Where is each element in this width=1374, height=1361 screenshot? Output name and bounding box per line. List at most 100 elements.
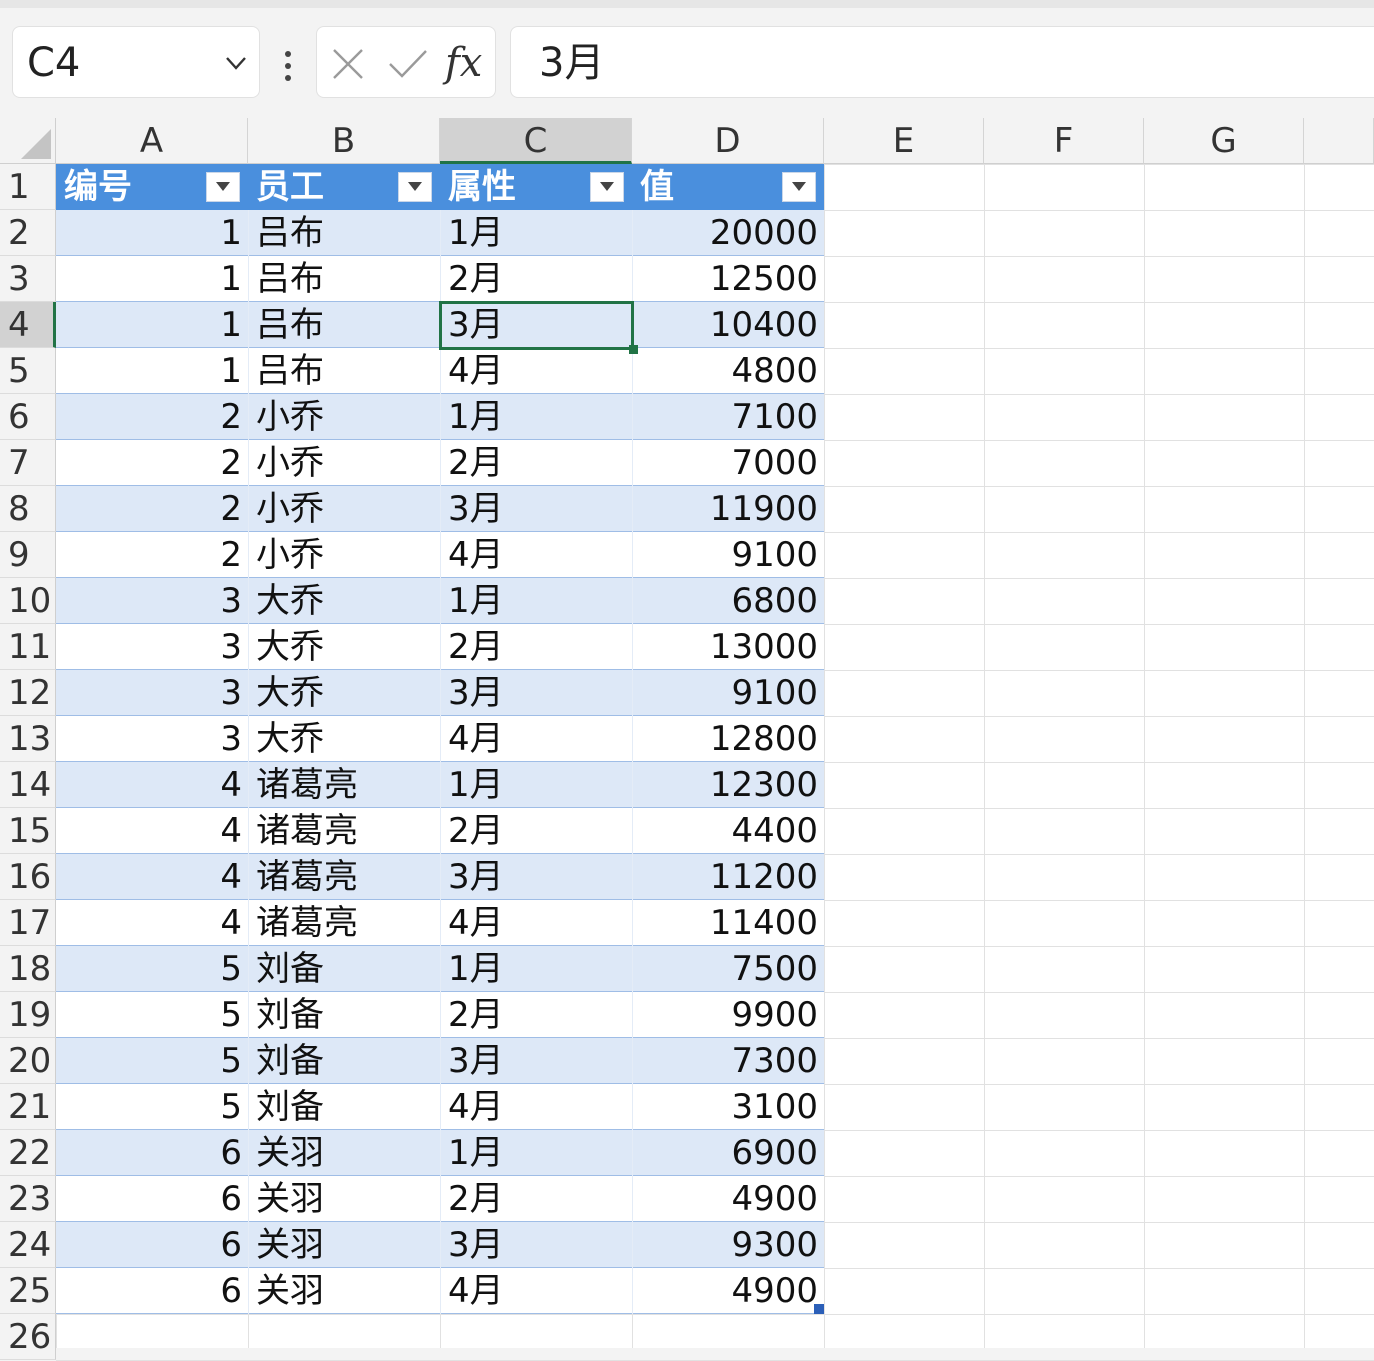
row-header[interactable]: 15 — [0, 808, 56, 854]
table-cell[interactable]: 2 — [56, 394, 248, 440]
table-cell[interactable]: 2月 — [440, 992, 632, 1038]
row-header[interactable]: 17 — [0, 900, 56, 946]
table-cell[interactable]: 4月 — [440, 532, 632, 578]
column-header-f[interactable]: F — [984, 118, 1144, 164]
filter-dropdown-icon[interactable] — [590, 172, 624, 202]
table-cell[interactable]: 刘备 — [248, 992, 440, 1038]
filter-dropdown-icon[interactable] — [782, 172, 816, 202]
table-cell[interactable]: 吕布 — [248, 210, 440, 256]
table-header-cell[interactable]: 属性 — [440, 164, 632, 210]
table-cell[interactable]: 7500 — [632, 946, 824, 992]
table-header-cell[interactable]: 员工 — [248, 164, 440, 210]
table-cell[interactable]: 9100 — [632, 532, 824, 578]
table-cell[interactable]: 2月 — [440, 808, 632, 854]
table-cell[interactable]: 1 — [56, 256, 248, 302]
table-cell[interactable]: 刘备 — [248, 1084, 440, 1130]
row-header[interactable]: 1 — [0, 164, 56, 210]
table-cell[interactable]: 小乔 — [248, 394, 440, 440]
table-cell[interactable]: 1月 — [440, 762, 632, 808]
table-cell[interactable]: 4900 — [632, 1176, 824, 1222]
table-header-cell[interactable]: 编号 — [56, 164, 248, 210]
row-header[interactable]: 6 — [0, 394, 56, 440]
row-header[interactable]: 26 — [0, 1314, 56, 1360]
table-cell[interactable]: 6 — [56, 1268, 248, 1314]
table-cell[interactable]: 3月 — [440, 854, 632, 900]
chevron-down-icon[interactable] — [225, 55, 247, 71]
table-cell[interactable]: 11900 — [632, 486, 824, 532]
table-cell[interactable]: 3月 — [440, 486, 632, 532]
table-cell[interactable]: 9300 — [632, 1222, 824, 1268]
row-header[interactable]: 19 — [0, 992, 56, 1038]
name-box[interactable]: C4 — [12, 26, 260, 98]
table-cell[interactable]: 小乔 — [248, 440, 440, 486]
table-cell[interactable]: 2月 — [440, 1176, 632, 1222]
table-cell[interactable]: 4月 — [440, 348, 632, 394]
table-cell[interactable]: 4800 — [632, 348, 824, 394]
table-resize-handle[interactable] — [814, 1304, 824, 1314]
table-header-cell[interactable]: 值 — [632, 164, 824, 210]
table-cell[interactable]: 2月 — [440, 440, 632, 486]
fill-handle[interactable] — [629, 345, 638, 354]
table-cell[interactable]: 12800 — [632, 716, 824, 762]
table-cell[interactable]: 6900 — [632, 1130, 824, 1176]
table-cell[interactable]: 诸葛亮 — [248, 854, 440, 900]
table-cell[interactable]: 5 — [56, 946, 248, 992]
table-cell[interactable]: 6 — [56, 1222, 248, 1268]
formula-input[interactable]: 3月 — [510, 26, 1374, 98]
table-cell[interactable]: 3 — [56, 624, 248, 670]
table-cell[interactable]: 诸葛亮 — [248, 900, 440, 946]
table-cell[interactable]: 1 — [56, 302, 248, 348]
row-header[interactable]: 5 — [0, 348, 56, 394]
row-header[interactable]: 14 — [0, 762, 56, 808]
table-cell[interactable]: 4月 — [440, 716, 632, 762]
table-cell[interactable]: 4 — [56, 854, 248, 900]
table-cell[interactable]: 4月 — [440, 1084, 632, 1130]
table-cell[interactable]: 10400 — [632, 302, 824, 348]
table-cell[interactable]: 4月 — [440, 900, 632, 946]
column-header-b[interactable]: B — [248, 118, 440, 164]
table-cell[interactable]: 大乔 — [248, 624, 440, 670]
select-all-corner[interactable] — [0, 118, 56, 164]
table-cell[interactable]: 1月 — [440, 210, 632, 256]
table-cell[interactable]: 1月 — [440, 946, 632, 992]
table-cell[interactable]: 2 — [56, 440, 248, 486]
row-header[interactable]: 22 — [0, 1130, 56, 1176]
row-header[interactable]: 12 — [0, 670, 56, 716]
spreadsheet-grid[interactable]: A B C D E F G 1 2 3 4 5 6 7 8 9 10 11 12 13 14 15 16 17 18 19 20 21… — [0, 118, 1374, 1361]
table-cell[interactable]: 大乔 — [248, 716, 440, 762]
table-cell[interactable]: 7300 — [632, 1038, 824, 1084]
table-cell[interactable]: 小乔 — [248, 486, 440, 532]
table-cell[interactable]: 6800 — [632, 578, 824, 624]
table-cell[interactable]: 大乔 — [248, 670, 440, 716]
table-cell[interactable]: 诸葛亮 — [248, 808, 440, 854]
table-cell[interactable]: 刘备 — [248, 1038, 440, 1084]
table-cell[interactable]: 7000 — [632, 440, 824, 486]
table-cell[interactable]: 9100 — [632, 670, 824, 716]
row-header[interactable]: 2 — [0, 210, 56, 256]
table-cell[interactable]: 关羽 — [248, 1176, 440, 1222]
table-cell[interactable]: 5 — [56, 1084, 248, 1130]
table-cell[interactable]: 1月 — [440, 1130, 632, 1176]
table-cell[interactable]: 4400 — [632, 808, 824, 854]
table-cell[interactable]: 12300 — [632, 762, 824, 808]
insert-function-button[interactable]: fx — [445, 39, 482, 87]
row-header[interactable]: 24 — [0, 1222, 56, 1268]
table-cell[interactable]: 3月 — [440, 1222, 632, 1268]
row-header[interactable]: 25 — [0, 1268, 56, 1314]
table-cell[interactable]: 3 — [56, 716, 248, 762]
table-cell[interactable]: 3月 — [440, 1038, 632, 1084]
table-cell[interactable]: 4月 — [440, 1268, 632, 1314]
table-cell[interactable]: 2 — [56, 486, 248, 532]
row-header[interactable]: 18 — [0, 946, 56, 992]
table-cell[interactable]: 2月 — [440, 624, 632, 670]
table-cell[interactable]: 7100 — [632, 394, 824, 440]
table-cell[interactable]: 2 — [56, 532, 248, 578]
column-header-e[interactable]: E — [824, 118, 984, 164]
table-cell[interactable]: 2月 — [440, 256, 632, 302]
table-cell[interactable]: 5 — [56, 992, 248, 1038]
row-header[interactable]: 23 — [0, 1176, 56, 1222]
table-cell[interactable]: 吕布 — [248, 302, 440, 348]
table-cell[interactable]: 1月 — [440, 394, 632, 440]
table-cell[interactable]: 6 — [56, 1176, 248, 1222]
table-cell[interactable]: 11400 — [632, 900, 824, 946]
